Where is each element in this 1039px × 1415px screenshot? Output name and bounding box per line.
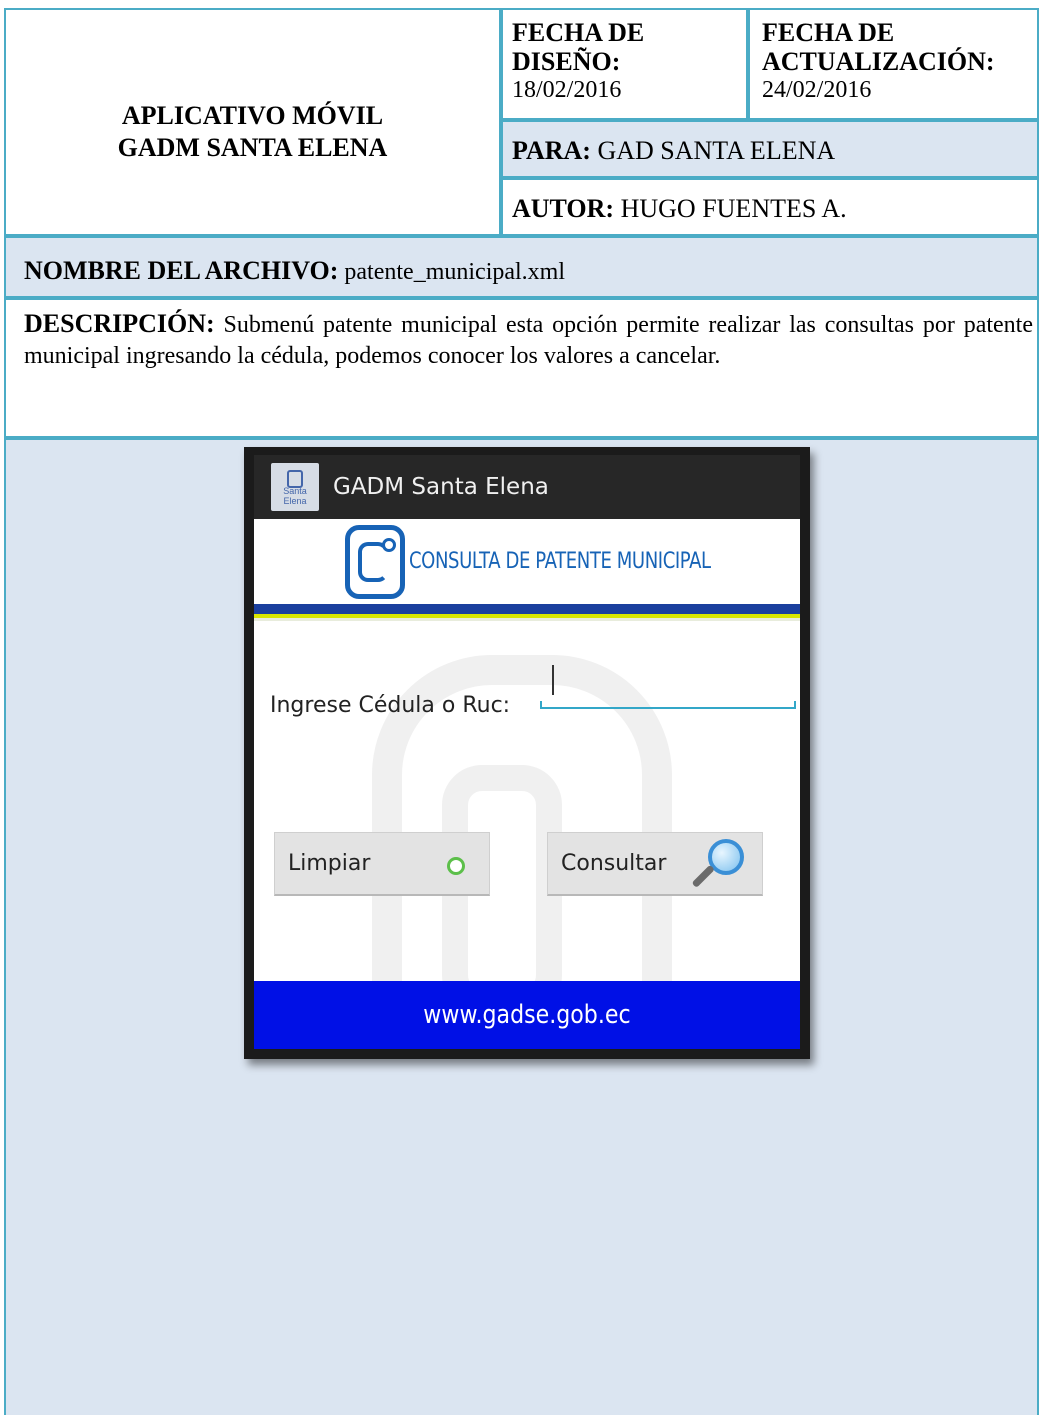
descripcion-cell: DESCRIPCIÓN: Submenú patente municipal e… bbox=[4, 298, 1039, 438]
para-cell: PARA: GAD SANTA ELENA bbox=[501, 120, 1039, 178]
refresh-icon bbox=[447, 857, 465, 875]
logo-dot bbox=[382, 537, 396, 552]
footer-bar: www.gadse.gob.ec bbox=[254, 981, 800, 1049]
app-icon-text: Santa Elena bbox=[283, 486, 307, 506]
cedula-input[interactable] bbox=[540, 665, 796, 709]
nombre-label: NOMBRE DEL ARCHIVO: bbox=[24, 256, 339, 285]
footer-url[interactable]: www.gadse.gob.ec bbox=[423, 1000, 630, 1030]
autor-value: HUGO FUENTES A. bbox=[614, 194, 847, 223]
para-value: GAD SANTA ELENA bbox=[590, 136, 836, 165]
fecha-diseno-label-1: FECHA DE bbox=[512, 18, 645, 47]
cedula-label: Ingrese Cédula o Ruc: bbox=[270, 693, 511, 718]
title-line-2: GADM SANTA ELENA bbox=[117, 133, 388, 162]
app-logo-icon[interactable]: Santa Elena bbox=[271, 463, 319, 511]
fecha-diseno-cell: FECHA DE DISEÑO: 18/02/2016 bbox=[501, 8, 748, 120]
magnifier-icon bbox=[690, 837, 746, 895]
nombre-archivo-cell: NOMBRE DEL ARCHIVO: patente_municipal.xm… bbox=[4, 236, 1039, 298]
nombre-value: patente_municipal.xml bbox=[338, 259, 566, 285]
fecha-act-value: 24/02/2016 bbox=[762, 77, 872, 103]
document-title: APLICATIVO MÓVIL GADM SANTA ELENA bbox=[118, 100, 388, 164]
fecha-act-label-2: ACTUALIZACIÓN: bbox=[762, 47, 995, 76]
consultar-button-label: Consultar bbox=[561, 851, 667, 876]
banner-stripe-light bbox=[254, 618, 800, 621]
document-page: APLICATIVO MÓVIL GADM SANTA ELENA FECHA … bbox=[0, 0, 1039, 1415]
consultar-button[interactable]: Consultar bbox=[547, 832, 763, 896]
title-cell: APLICATIVO MÓVIL GADM SANTA ELENA bbox=[4, 8, 501, 236]
phone-screenshot: Santa Elena GADM Santa Elena CONSULTA DE… bbox=[244, 447, 810, 1059]
fecha-diseno-value: 18/02/2016 bbox=[512, 77, 622, 103]
action-bar: Santa Elena GADM Santa Elena bbox=[254, 455, 800, 519]
descripcion-label: DESCRIPCIÓN: bbox=[24, 309, 215, 338]
banner-title: CONSULTA DE PATENTE MUNICIPAL bbox=[409, 549, 711, 574]
app-screen: Santa Elena GADM Santa Elena CONSULTA DE… bbox=[254, 455, 800, 1049]
limpiar-button[interactable]: Limpiar bbox=[274, 832, 490, 896]
limpiar-button-label: Limpiar bbox=[288, 851, 371, 876]
text-caret bbox=[552, 665, 554, 695]
para-label: PARA: bbox=[512, 136, 591, 165]
gadse-logo-icon bbox=[345, 524, 405, 599]
fecha-act-label-1: FECHA DE bbox=[762, 18, 895, 47]
title-line-1: APLICATIVO MÓVIL bbox=[121, 101, 384, 130]
header-banner: CONSULTA DE PATENTE MUNICIPAL bbox=[254, 519, 800, 604]
action-bar-title: GADM Santa Elena bbox=[333, 474, 549, 500]
fecha-actualizacion-cell: FECHA DE ACTUALIZACIÓN: 24/02/2016 bbox=[748, 8, 1039, 120]
autor-cell: AUTOR: HUGO FUENTES A. bbox=[501, 178, 1039, 236]
banner-stripe-blue bbox=[254, 604, 800, 614]
autor-label: AUTOR: bbox=[512, 194, 615, 223]
fecha-diseno-label-2: DISEÑO: bbox=[512, 47, 621, 76]
magnifier-handle bbox=[691, 864, 715, 888]
